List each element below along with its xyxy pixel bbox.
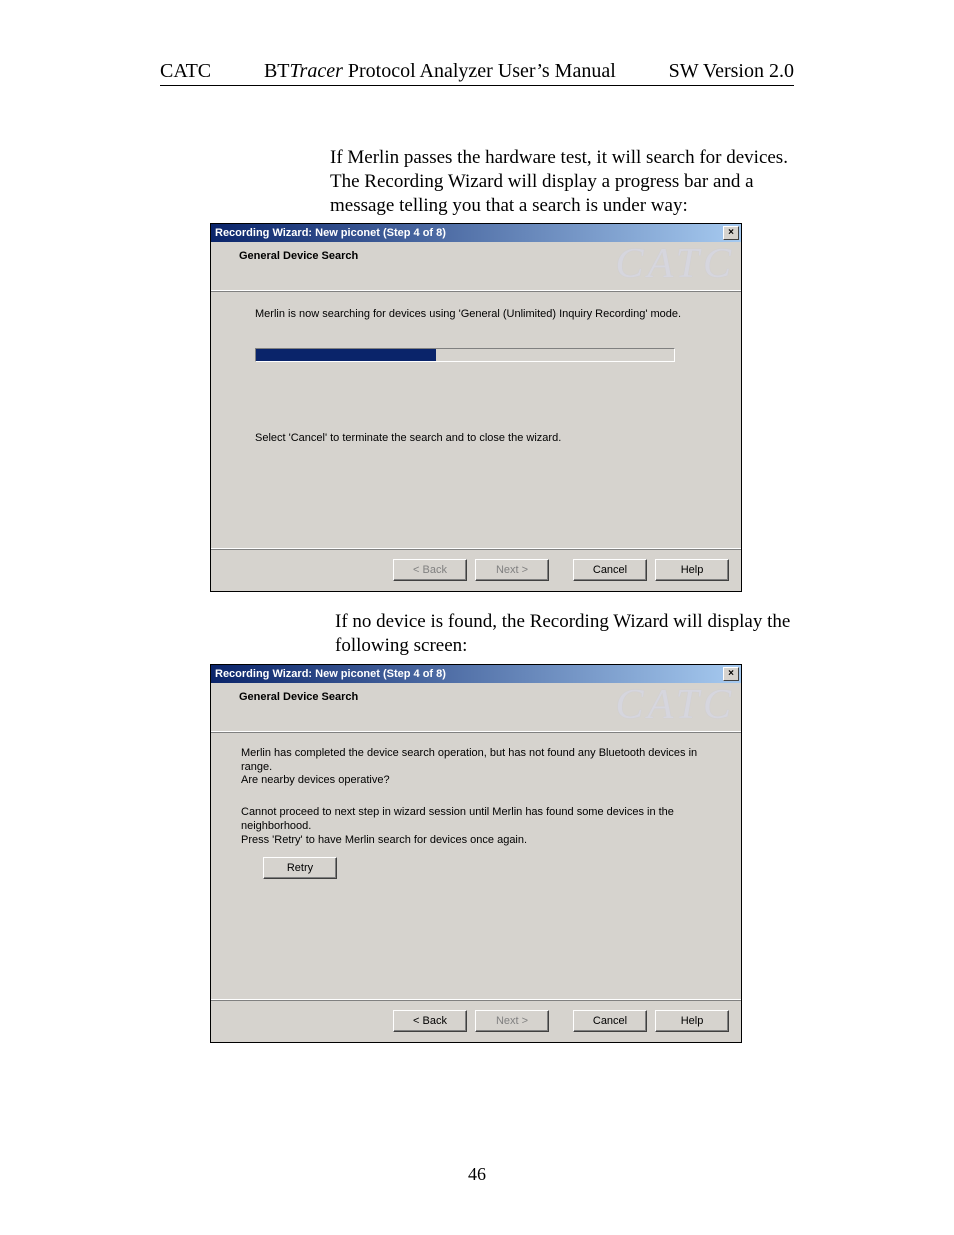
back-button[interactable]: < Back — [393, 1010, 467, 1032]
close-icon[interactable]: × — [723, 667, 739, 681]
close-icon[interactable]: × — [723, 226, 739, 240]
progress-fill — [256, 349, 436, 361]
next-button[interactable]: Next > — [475, 1010, 549, 1032]
paragraph-intro-1: If Merlin passes the hardware test, it w… — [330, 146, 794, 217]
paragraph-intro-2: If no device is found, the Recording Wiz… — [335, 610, 794, 658]
status-message-1: Merlin has completed the device search o… — [241, 747, 711, 788]
header-left: CATC — [160, 60, 211, 83]
catc-watermark: CATC — [616, 681, 735, 729]
help-button[interactable]: Help — [655, 1010, 729, 1032]
dialog-body: Merlin has completed the device search o… — [211, 733, 741, 999]
dialog-searching: Recording Wizard: New piconet (Step 4 of… — [210, 223, 742, 592]
back-button[interactable]: < Back — [393, 559, 467, 581]
next-button[interactable]: Next > — [475, 559, 549, 581]
button-row: < Back Next > Cancel Help — [211, 548, 741, 591]
dialog-body: Merlin is now searching for devices usin… — [211, 292, 741, 548]
help-button[interactable]: Help — [655, 559, 729, 581]
cancel-button[interactable]: Cancel — [573, 1010, 647, 1032]
window-title: Recording Wizard: New piconet (Step 4 of… — [215, 668, 723, 680]
section-title: General Device Search — [239, 250, 358, 262]
header-right: SW Version 2.0 — [669, 60, 794, 83]
progress-bar — [255, 348, 675, 362]
titlebar[interactable]: Recording Wizard: New piconet (Step 4 of… — [211, 665, 741, 683]
catc-watermark: CATC — [616, 240, 735, 288]
titlebar[interactable]: Recording Wizard: New piconet (Step 4 of… — [211, 224, 741, 242]
button-row: < Back Next > Cancel Help — [211, 999, 741, 1042]
page-header: CATC BTTracer Protocol Analyzer User’s M… — [160, 60, 794, 86]
dialog-not-found: Recording Wizard: New piconet (Step 4 of… — [210, 664, 742, 1043]
cancel-button[interactable]: Cancel — [573, 559, 647, 581]
retry-button[interactable]: Retry — [263, 857, 337, 879]
header-center: BTTracer Protocol Analyzer User’s Manual — [211, 60, 668, 83]
status-message: Merlin is now searching for devices usin… — [255, 308, 711, 322]
hint-message: Select 'Cancel' to terminate the search … — [255, 432, 711, 446]
status-message-2: Cannot proceed to next step in wizard se… — [241, 806, 711, 847]
page-number: 46 — [0, 1164, 954, 1185]
window-title: Recording Wizard: New piconet (Step 4 of… — [215, 227, 723, 239]
dialog-header-section: General Device Search CATC — [211, 683, 741, 733]
dialog-header-section: General Device Search CATC — [211, 242, 741, 292]
section-title: General Device Search — [239, 691, 358, 703]
